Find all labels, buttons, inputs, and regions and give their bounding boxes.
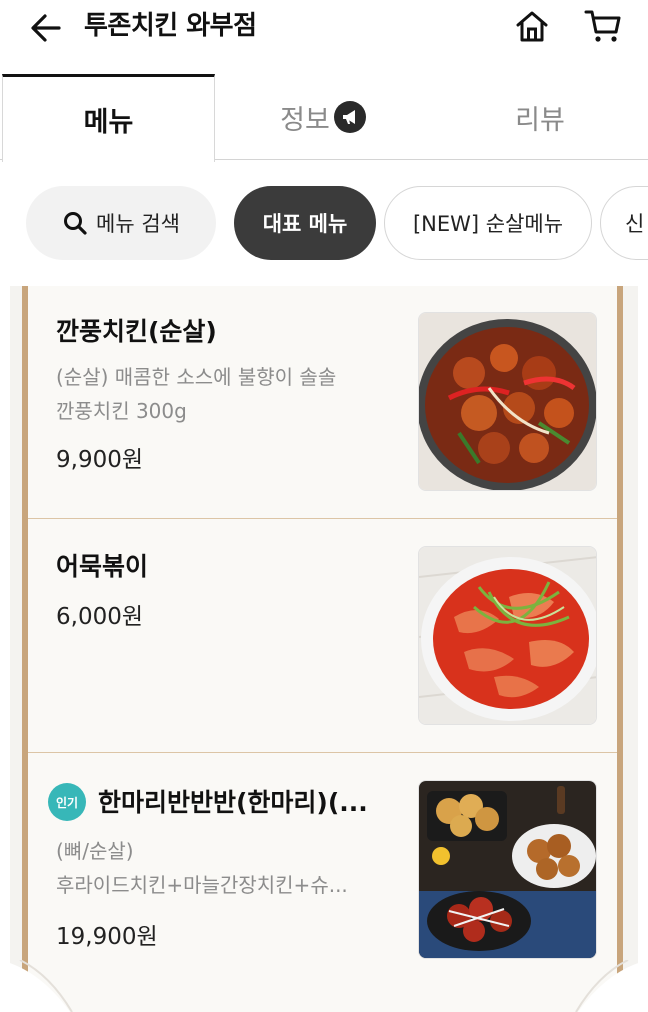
popular-badge: 인기	[48, 783, 86, 821]
menu-item-desc-line2: 깐풍치킨 300g	[56, 399, 187, 423]
tab-info-label: 정보	[280, 104, 330, 136]
menu-item-price: 19,900원	[56, 924, 158, 950]
kkanpung-chicken-photo	[418, 312, 597, 491]
half-half-chicken-photo	[418, 780, 597, 959]
frame-right-border	[617, 286, 623, 986]
tab-bar: 메뉴 정보 리뷰	[0, 74, 648, 162]
store-title: 투존치킨 와부점	[84, 11, 257, 41]
bottom-decoration	[0, 959, 648, 1012]
tab-divider	[215, 159, 648, 160]
arrow-left-icon	[31, 14, 61, 42]
tab-info[interactable]: 정보	[215, 74, 431, 160]
tab-menu-label: 메뉴	[83, 107, 134, 138]
chip-signature-menu[interactable]: 대표 메뉴	[234, 186, 376, 260]
home-icon	[516, 11, 548, 42]
cart-icon	[584, 10, 621, 42]
menu-item-desc-line2: 후라이드치킨+마늘간장치킨+슈...	[56, 873, 348, 897]
chip-new-boneless-menu[interactable]: [NEW] 순살메뉴	[384, 186, 592, 260]
menu-item-price: 9,900원	[56, 447, 144, 473]
menu-item-kkanpung-chicken[interactable]: 깐풍치킨(순살) (순살) 매콤한 소스에 불향이 솔솔 깐풍치킨 300g 9…	[28, 286, 617, 519]
tab-reviews-label: 리뷰	[515, 104, 565, 136]
tab-divider-left	[0, 159, 2, 160]
tab-menu[interactable]: 메뉴	[2, 74, 215, 162]
menu-item-name: 한마리반반반(한마리)(...	[98, 788, 368, 817]
menu-item-eomuk-bokki[interactable]: 어묵볶이 6,000원	[28, 519, 617, 753]
eomuk-bokki-photo	[418, 546, 597, 725]
back-button[interactable]	[26, 8, 66, 48]
menu-item-price: 6,000원	[56, 604, 144, 630]
chip-signature-menu-label: 대표 메뉴	[262, 212, 348, 236]
category-chips: 메뉴 검색 대표 메뉴 [NEW] 순살메뉴 신	[0, 186, 648, 262]
tab-reviews[interactable]: 리뷰	[432, 74, 648, 160]
search-icon	[62, 210, 88, 236]
home-button[interactable]	[510, 6, 554, 46]
app-header: 투존치킨 와부점	[0, 0, 648, 56]
menu-item-name: 어묵볶이	[56, 552, 149, 581]
menu-item-desc-line1: (순살) 매콤한 소스에 불향이 솔솔	[56, 365, 337, 389]
chip-new-boneless-menu-label: [NEW] 순살메뉴	[412, 212, 564, 236]
menu-item-desc-line1: (뼈/순살)	[56, 839, 134, 863]
menu-list: 깐풍치킨(순살) (순살) 매콤한 소스에 불향이 솔솔 깐풍치킨 300g 9…	[28, 286, 617, 1012]
chip-more-label: 신	[625, 212, 645, 236]
chip-more[interactable]: 신	[600, 186, 648, 260]
menu-search-label: 메뉴 검색	[96, 212, 180, 236]
cart-button[interactable]	[580, 6, 626, 46]
megaphone-icon	[333, 101, 366, 133]
menu-item-name: 깐풍치킨(순살)	[56, 317, 217, 346]
menu-search-chip[interactable]: 메뉴 검색	[26, 186, 216, 260]
